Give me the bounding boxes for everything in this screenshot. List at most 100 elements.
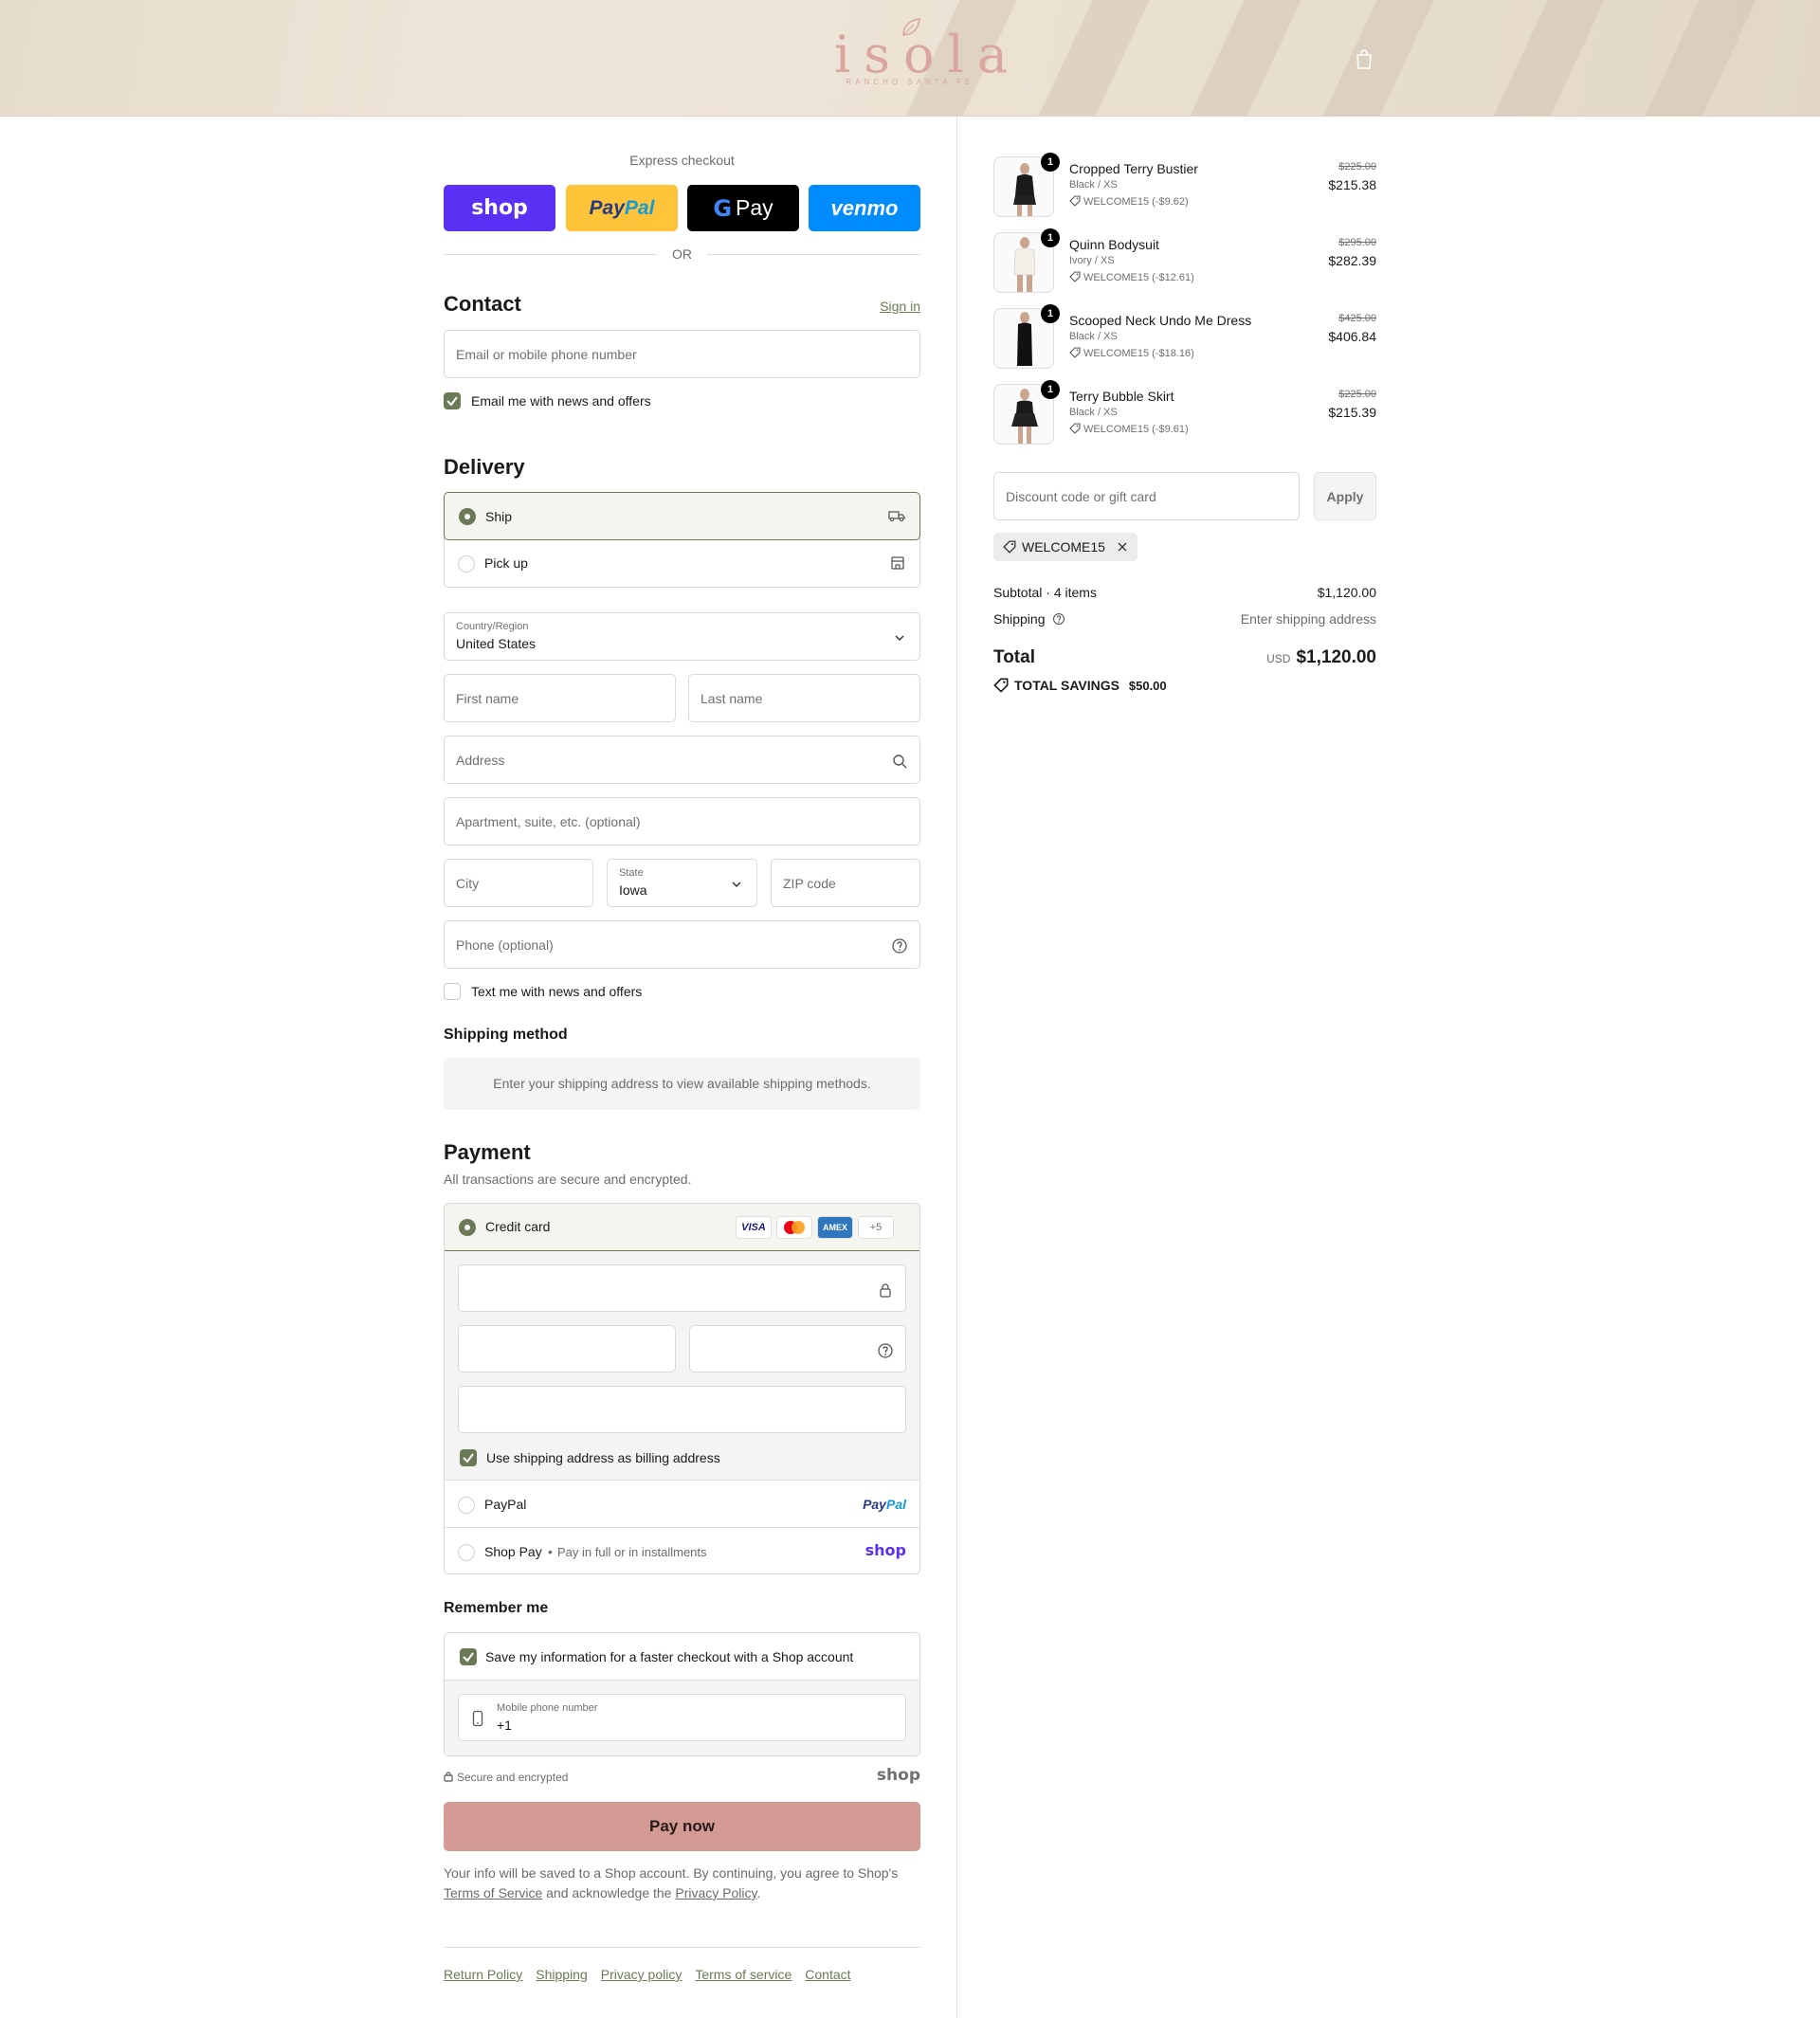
address-field[interactable]: Address [444,736,920,784]
footer-link-return-policy[interactable]: Return Policy [444,1967,522,1982]
total-savings-label: TOTAL SAVINGS [1014,678,1119,693]
close-icon[interactable] [1117,541,1128,553]
applied-discount-chip: WELCOME15 [993,533,1138,561]
shopping-bag-icon[interactable] [1354,47,1374,70]
cart-item: 1 Cropped Terry Bustier Black / XS WELCO… [993,153,1376,223]
venmo-button[interactable]: venmo [809,185,920,231]
payment-option-paypal[interactable]: PayPal PayPal [445,1482,919,1528]
paypal-button[interactable]: Pay Pal [566,185,678,231]
item-price: $406.84 [1328,329,1376,344]
quantity-badge: 1 [1041,153,1060,172]
shipping-label: Shipping [993,611,1065,627]
help-circle-icon[interactable] [891,937,908,954]
save-info-label: Save my information for a faster checkou… [485,1649,854,1664]
applied-discount-code: WELCOME15 [1022,539,1105,554]
ship-radio[interactable] [459,508,476,525]
zip-field[interactable]: ZIP code [771,859,920,907]
security-code-field[interactable] [689,1325,906,1373]
payment-option-shop-pay[interactable]: Shop Pay • Pay in full or in installment… [445,1529,919,1573]
last-name-field[interactable]: Last name [688,674,920,722]
item-price: $282.39 [1328,253,1376,268]
search-icon [893,754,907,769]
name-on-card-field[interactable] [458,1386,906,1433]
shop-logo-icon: shop [876,1766,920,1785]
card-form-panel: Use shipping address as billing address [445,1251,919,1481]
privacy-policy-link[interactable]: Privacy Policy [675,1885,756,1900]
logo-subtitle: RANCHO SANTA FE [846,78,974,86]
cart-item: 1 Scooped Neck Undo Me Dress Black / XS … [993,304,1376,374]
help-circle-icon[interactable] [877,1342,894,1359]
checkmark-icon [463,1453,474,1464]
total-savings-value: $50.00 [1128,679,1167,693]
footer-link-privacy-policy[interactable]: Privacy policy [601,1967,682,1982]
shipping-method-heading: Shipping method [444,1027,568,1043]
more-cards-badge: +5 [858,1216,894,1239]
column-divider [956,117,957,2018]
lock-icon [444,1772,453,1782]
item-original-price: $225.00 [1338,389,1376,400]
brand-logo[interactable]: isola RANCHO SANTA FE [834,18,1008,102]
shop-pay-radio[interactable] [458,1544,475,1561]
text-offers-checkbox[interactable] [444,983,461,1000]
credit-card-radio[interactable] [459,1219,476,1236]
visa-icon: VISA [736,1216,772,1239]
billing-address-checkbox[interactable] [460,1449,477,1466]
delivery-heading: Delivery [444,455,525,479]
apply-discount-button[interactable]: Apply [1314,472,1376,520]
save-info-checkbox[interactable] [460,1648,477,1665]
expiration-field[interactable] [458,1325,676,1373]
paypal-label: PayPal [484,1497,527,1512]
paypal-radio[interactable] [458,1497,475,1514]
text-offers-label: Text me with news and offers [471,984,643,999]
paypal-logo-icon: PayPal [863,1497,906,1512]
store-icon [891,556,904,570]
shop-pay-subtitle: Pay in full or in installments [557,1545,707,1559]
banner-shadow [1012,0,1168,116]
discount-code-field[interactable]: Discount code or gift card [993,472,1300,520]
newsletter-label: Email me with news and offers [471,393,651,409]
shop-pay-button[interactable]: shop [444,185,555,231]
pay-now-button[interactable]: Pay now [444,1802,920,1851]
footer-link-terms-of-service[interactable]: Terms of service [695,1967,792,1982]
tag-icon [993,678,1009,693]
item-name: Quinn Bodysuit [1069,237,1159,252]
item-variant: Black / XS [1069,331,1118,342]
country-select[interactable]: Country/Region United States [444,612,920,661]
quantity-badge: 1 [1041,228,1060,247]
pickup-radio[interactable] [458,555,475,573]
footer-link-shipping[interactable]: Shipping [536,1967,588,1982]
sign-in-link[interactable]: Sign in [880,299,920,314]
card-number-field[interactable] [458,1264,906,1312]
subtotal-value: $1,120.00 [1317,585,1376,600]
header-banner: isola RANCHO SANTA FE [0,0,1820,117]
item-discount: WELCOME15 (-$9.61) [1069,423,1189,435]
banner-shadow [1164,0,1320,116]
help-circle-icon[interactable] [1052,612,1065,626]
state-select[interactable]: State Iowa [607,859,757,907]
google-pay-button[interactable]: G Pay [687,185,799,231]
payment-heading: Payment [444,1140,531,1164]
billing-address-label: Use shipping address as billing address [486,1450,720,1465]
item-name: Cropped Terry Bustier [1069,161,1198,176]
delivery-option-pickup[interactable]: Pick up [445,540,919,587]
terms-of-service-link[interactable]: Terms of Service [444,1885,542,1900]
total-value: $1,120.00 [1296,647,1376,667]
delivery-options: Ship Pick up [444,492,920,588]
payment-option-credit-card[interactable]: Credit card VISA AMEX +5 [445,1204,919,1251]
first-name-field[interactable]: First name [444,674,676,722]
footer-link-contact[interactable]: Contact [805,1967,850,1982]
shipping-method-message: Enter your shipping address to view avai… [493,1076,871,1091]
payment-subtitle: All transactions are secure and encrypte… [444,1172,692,1187]
footer-links: Return Policy Shipping Privacy policy Terms… [444,1967,920,1982]
delivery-option-ship[interactable]: Ship [444,492,920,540]
checkmark-icon [446,396,458,407]
city-field[interactable]: City [444,859,593,907]
mobile-phone-field[interactable]: Mobile phone number +1 [458,1694,906,1741]
apartment-field[interactable]: Apartment, suite, etc. (optional) [444,797,920,845]
newsletter-checkbox[interactable] [444,392,461,409]
shop-pay-separator: • [548,1544,553,1559]
email-field[interactable]: Email or mobile phone number [444,330,920,378]
chevron-down-icon [732,882,741,888]
footer-divider [444,1947,920,1948]
phone-field[interactable]: Phone (optional) [444,920,920,969]
